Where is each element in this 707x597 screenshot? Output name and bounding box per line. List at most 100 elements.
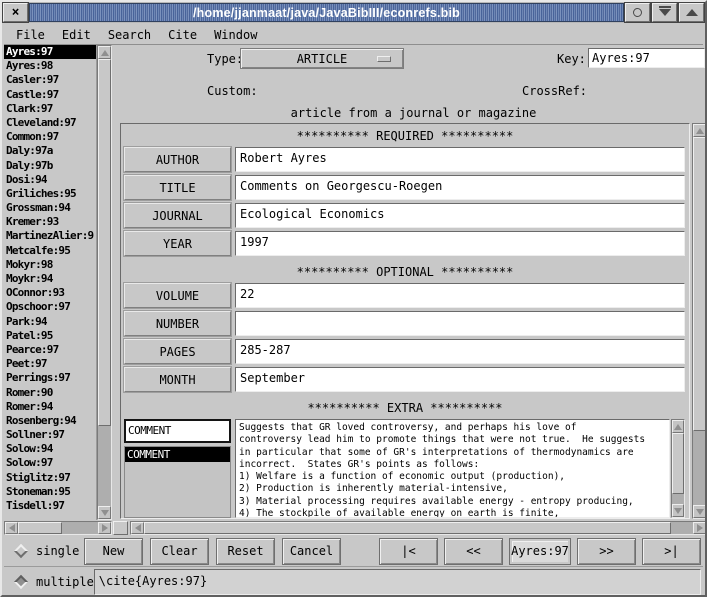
extra-comment-textarea[interactable]: Suggests that GR loved controversy, and …	[235, 419, 670, 518]
list-item[interactable]: Rosenberg:94	[4, 414, 96, 428]
list-item[interactable]: Dosi:94	[4, 173, 96, 187]
field-label-button[interactable]: AUTHOR	[124, 147, 231, 172]
scroll-trough[interactable]	[18, 522, 98, 534]
scroll-right-button[interactable]	[693, 522, 706, 534]
field-input[interactable]: Ecological Economics	[235, 203, 685, 228]
field-input[interactable]: 285-287	[235, 339, 685, 364]
field-input[interactable]	[235, 311, 685, 336]
extra-text-vscrollbar[interactable]	[671, 419, 685, 518]
new-button[interactable]: New	[84, 538, 143, 565]
close-button[interactable]: ×	[3, 3, 28, 22]
first-record-button[interactable]: |<	[379, 538, 438, 565]
list-item[interactable]: Opschoor:97	[4, 300, 96, 314]
field-label-button[interactable]: MONTH	[124, 367, 231, 392]
list-item[interactable]: Solow:97	[4, 456, 96, 470]
scroll-thumb[interactable]	[18, 522, 62, 534]
list-item[interactable]: Sollner:97	[4, 428, 96, 442]
clear-button[interactable]: Clear	[150, 538, 209, 565]
scroll-trough[interactable]	[672, 433, 684, 504]
list-item[interactable]: Grossman:94	[4, 201, 96, 215]
list-item[interactable]: MartinezAlier:9	[4, 229, 96, 243]
extra-list-item[interactable]: COMMENT	[125, 447, 230, 462]
scroll-trough[interactable]	[693, 137, 706, 505]
field-label-button[interactable]: PAGES	[124, 339, 231, 364]
list-item[interactable]: Ayres:98	[4, 59, 96, 73]
list-item[interactable]: Ayres:97	[4, 45, 96, 59]
extra-field-name-input[interactable]: COMMENT	[124, 419, 231, 443]
list-item[interactable]: Moykr:94	[4, 272, 96, 286]
list-item[interactable]: Stoneman:95	[4, 485, 96, 499]
scroll-down-button[interactable]	[98, 506, 111, 519]
field-input[interactable]: 22	[235, 283, 685, 308]
list-item[interactable]: Solow:94	[4, 442, 96, 456]
type-dropdown[interactable]: ARTICLE	[240, 48, 404, 69]
scroll-up-button[interactable]	[672, 420, 684, 433]
list-item[interactable]: Tisdell:97	[4, 499, 96, 513]
scroll-up-button[interactable]	[98, 46, 111, 59]
field-input[interactable]: 1997	[235, 231, 685, 256]
prev-record-button[interactable]: <<	[444, 538, 503, 565]
scroll-down-button[interactable]	[693, 505, 706, 518]
list-item[interactable]: Romer:90	[4, 386, 96, 400]
scroll-down-button[interactable]	[672, 504, 684, 517]
list-item[interactable]: Griliches:95	[4, 187, 96, 201]
list-item[interactable]: Castle:97	[4, 88, 96, 102]
current-record-field[interactable]: Ayres:97	[509, 538, 571, 565]
list-item[interactable]: Perrings:97	[4, 371, 96, 385]
scroll-up-button[interactable]	[693, 124, 706, 137]
field-label-button[interactable]: NUMBER	[124, 311, 231, 336]
cite-string-input[interactable]: \cite{Ayres:97}	[94, 569, 701, 595]
cancel-button[interactable]: Cancel	[282, 538, 341, 565]
scroll-trough[interactable]	[98, 59, 111, 506]
field-input[interactable]: Comments on Georgescu-Roegen	[235, 175, 685, 200]
window-menu-button[interactable]	[625, 3, 650, 22]
scroll-thumb[interactable]	[693, 137, 706, 431]
menu-window[interactable]: Window	[208, 26, 268, 44]
list-item[interactable]: Daly:97a	[4, 144, 96, 158]
scroll-thumb[interactable]	[144, 522, 671, 534]
list-item[interactable]: Kremer:93	[4, 215, 96, 229]
scroll-trough[interactable]	[144, 522, 693, 534]
menu-file[interactable]: File	[10, 26, 56, 44]
list-item[interactable]: Casler:97	[4, 73, 96, 87]
field-label-button[interactable]: VOLUME	[124, 283, 231, 308]
next-record-button[interactable]: >>	[577, 538, 636, 565]
list-item[interactable]: Mokyr:98	[4, 258, 96, 272]
field-input[interactable]: September	[235, 367, 685, 392]
menu-cite[interactable]: Cite	[162, 26, 208, 44]
list-item[interactable]: Common:97	[4, 130, 96, 144]
reset-button[interactable]: Reset	[216, 538, 275, 565]
window-title[interactable]: /home/jjanmaat/java/JavaBibIII/econrefs.…	[29, 3, 624, 22]
scroll-left-button[interactable]	[5, 522, 18, 534]
radio-single[interactable]: single	[4, 544, 84, 558]
field-input[interactable]: Robert Ayres	[235, 147, 685, 172]
list-item[interactable]: Romer:94	[4, 400, 96, 414]
list-hscrollbar[interactable]	[4, 521, 112, 535]
maximize-button[interactable]	[679, 3, 704, 22]
scroll-thumb[interactable]	[98, 59, 111, 426]
list-vscrollbar[interactable]	[97, 45, 112, 520]
list-item[interactable]: Metcalfe:95	[4, 244, 96, 258]
list-item[interactable]: Stiglitz:97	[4, 471, 96, 485]
scroll-left-button[interactable]	[131, 522, 144, 534]
list-item[interactable]: Peet:97	[4, 357, 96, 371]
field-label-button[interactable]: YEAR	[124, 231, 231, 256]
panel-vscrollbar[interactable]	[692, 123, 707, 519]
iconify-button[interactable]	[652, 3, 677, 22]
list-item[interactable]: OConnor:93	[4, 286, 96, 300]
list-item[interactable]: Park:94	[4, 315, 96, 329]
field-label-button[interactable]: JOURNAL	[124, 203, 231, 228]
scroll-right-button[interactable]	[98, 522, 111, 534]
citation-list[interactable]: Ayres:97Ayres:98Casler:97Castle:97Clark:…	[4, 45, 97, 520]
last-record-button[interactable]: >|	[642, 538, 701, 565]
list-item[interactable]: Daly:97b	[4, 159, 96, 173]
field-label-button[interactable]: TITLE	[124, 175, 231, 200]
radio-multiple[interactable]: multiple	[4, 575, 94, 589]
menu-search[interactable]: Search	[102, 26, 162, 44]
extra-field-list[interactable]: COMMENT	[124, 446, 231, 518]
list-item[interactable]: Clark:97	[4, 102, 96, 116]
panel-hscrollbar[interactable]	[130, 521, 707, 535]
list-item[interactable]: Patel:95	[4, 329, 96, 343]
list-item[interactable]: Cleveland:97	[4, 116, 96, 130]
scroll-thumb[interactable]	[672, 433, 684, 494]
